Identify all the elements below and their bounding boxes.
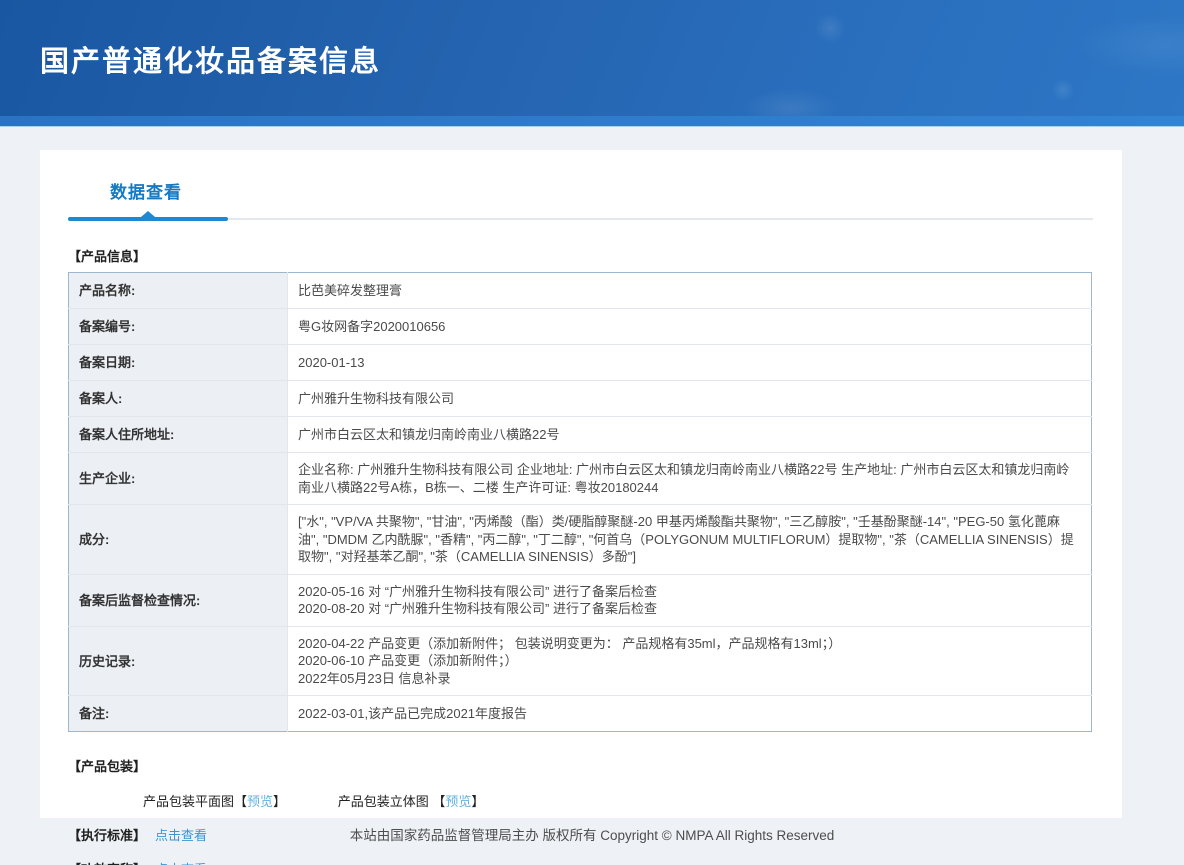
row-value: 广州雅升生物科技有限公司: [287, 380, 1092, 417]
bracket-open: 【: [432, 794, 446, 810]
row-label: 备案后监督检查情况:: [68, 574, 288, 627]
efficacy-claim-row: 【功效宣称】点击查看: [68, 859, 1093, 865]
row-value: 广州市白云区太和镇龙归南岭南业八横路22号: [287, 416, 1092, 453]
packaging-links-row: 产品包装平面图【预览】 产品包装立体图 【预览】: [143, 791, 1093, 810]
content-card: 数据查看 【产品信息】 产品名称: 比芭美碎发整理膏 备案编号: 粤G妆网备字2…: [40, 150, 1122, 865]
row-label: 备注:: [68, 695, 288, 732]
section-title-packaging: 【产品包装】: [68, 759, 147, 775]
row-value: 2020-04-22 产品变更（添加新附件； 包装说明变更为： 产品规格有35m…: [287, 626, 1092, 697]
bracket-close: 】: [273, 794, 287, 810]
product-info-table: 产品名称: 比芭美碎发整理膏 备案编号: 粤G妆网备字2020010656 备案…: [68, 272, 1092, 733]
page-header: 国产普通化妆品备案信息: [0, 0, 1184, 127]
row-label: 生产企业:: [68, 452, 288, 506]
table-row: 成分: ["水", "VP/VA 共聚物", "甘油", "丙烯酸（酯）类/硬脂…: [68, 504, 1092, 575]
row-label: 备案日期:: [68, 344, 288, 381]
tab-bar: 数据查看: [68, 178, 1093, 222]
tab-underline: [68, 211, 1093, 222]
view-standard-link[interactable]: 点击查看: [155, 828, 207, 843]
row-value: 2020-05-16 对 “广州雅升生物科技有限公司” 进行了备案后检查 202…: [287, 574, 1092, 627]
row-label: 备案人住所地址:: [68, 416, 288, 453]
table-row: 产品名称: 比芭美碎发整理膏: [68, 272, 1092, 309]
table-row: 备案日期: 2020-01-13: [68, 344, 1092, 381]
section-title-product-info: 【产品信息】: [68, 249, 147, 264]
packaging-flat-item: 产品包装平面图【预览】: [143, 794, 290, 809]
row-label: 成分:: [68, 504, 288, 575]
row-label: 备案人:: [68, 380, 288, 417]
row-value: 2020-01-13: [287, 344, 1092, 381]
execution-standard-row: 【执行标准】 点击查看: [68, 825, 1093, 844]
table-row: 生产企业: 企业名称: 广州雅升生物科技有限公司 企业地址: 广州市白云区太和镇…: [68, 452, 1092, 506]
row-value: 粤G妆网备字2020010656: [287, 308, 1092, 345]
table-row: 备注: 2022-03-01,该产品已完成2021年度报告: [68, 695, 1092, 732]
bracket-open: 【: [234, 794, 248, 810]
active-tab-pointer-icon: [141, 211, 155, 217]
section-title-standard: 【执行标准】: [68, 828, 147, 844]
bracket-close: 】: [471, 794, 485, 810]
table-row: 备案编号: 粤G妆网备字2020010656: [68, 308, 1092, 345]
page-title: 国产普通化妆品备案信息: [40, 46, 382, 78]
row-label: 历史记录:: [68, 626, 288, 697]
row-value: 企业名称: 广州雅升生物科技有限公司 企业地址: 广州市白云区太和镇龙归南岭南业…: [287, 452, 1092, 506]
table-row: 备案人: 广州雅升生物科技有限公司: [68, 380, 1092, 417]
table-row: 备案后监督检查情况: 2020-05-16 对 “广州雅升生物科技有限公司” 进…: [68, 574, 1092, 627]
packaging-3d-label: 产品包装立体图: [337, 794, 433, 810]
table-row: 历史记录: 2020-04-22 产品变更（添加新附件； 包装说明变更为： 产品…: [68, 626, 1092, 697]
packaging-flat-preview-link[interactable]: 预览: [247, 794, 273, 809]
row-label: 备案编号:: [68, 308, 288, 345]
row-value: 2022-03-01,该产品已完成2021年度报告: [298, 706, 528, 722]
table-row: 备案人住所地址: 广州市白云区太和镇龙归南岭南业八横路22号: [68, 416, 1092, 453]
row-value: ["水", "VP/VA 共聚物", "甘油", "丙烯酸（酯）类/硬脂醇聚醚-…: [287, 504, 1092, 575]
packaging-flat-label: 产品包装平面图: [143, 794, 235, 810]
packaging-3d-item: 产品包装立体图 【预览】: [338, 794, 485, 809]
row-label: 产品名称:: [68, 272, 288, 309]
packaging-3d-preview-link[interactable]: 预览: [445, 794, 471, 809]
row-value: 比芭美碎发整理膏: [287, 272, 1092, 309]
active-tab-indicator: [68, 217, 228, 221]
